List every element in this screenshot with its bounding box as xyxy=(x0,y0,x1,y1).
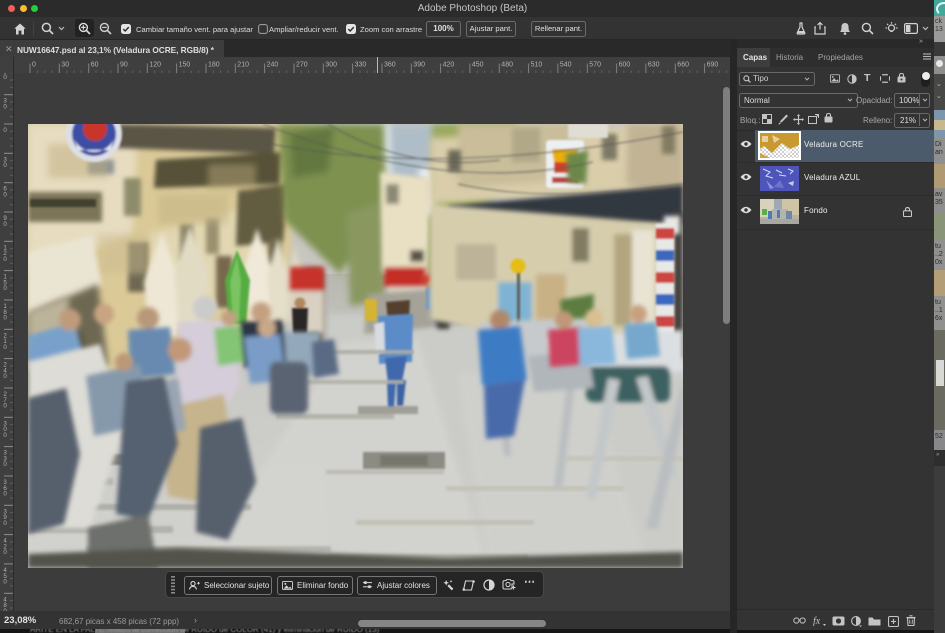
svg-text:180: 180 xyxy=(208,62,220,69)
svg-text:0: 0 xyxy=(3,74,7,81)
svg-text:90: 90 xyxy=(120,62,128,69)
svg-text:0: 0 xyxy=(32,62,36,69)
svg-text:570: 570 xyxy=(589,62,601,69)
svg-text:fx: fx xyxy=(813,616,821,626)
svg-text:0: 0 xyxy=(3,549,7,556)
svg-text:0: 0 xyxy=(3,256,7,263)
svg-text:0: 0 xyxy=(3,432,7,439)
svg-text:690: 690 xyxy=(707,62,719,69)
svg-text:240: 240 xyxy=(267,62,279,69)
svg-text:300: 300 xyxy=(325,62,337,69)
svg-text:660: 660 xyxy=(677,62,689,69)
svg-text:0: 0 xyxy=(3,221,7,228)
svg-text:420: 420 xyxy=(443,62,455,69)
svg-text:0: 0 xyxy=(3,491,7,498)
svg-text:600: 600 xyxy=(619,62,631,69)
svg-text:0: 0 xyxy=(3,127,7,134)
svg-text:390: 390 xyxy=(413,62,425,69)
svg-text:60: 60 xyxy=(91,62,99,69)
svg-text:0: 0 xyxy=(3,461,7,468)
svg-text:270: 270 xyxy=(296,62,308,69)
svg-text:0: 0 xyxy=(3,344,7,351)
svg-text:0: 0 xyxy=(3,373,7,380)
svg-text:330: 330 xyxy=(355,62,367,69)
svg-text:150: 150 xyxy=(179,62,191,69)
svg-text:210: 210 xyxy=(237,62,249,69)
svg-text:630: 630 xyxy=(648,62,660,69)
svg-text:0: 0 xyxy=(3,285,7,292)
svg-text:120: 120 xyxy=(149,62,161,69)
svg-text:360: 360 xyxy=(384,62,396,69)
svg-text:0: 0 xyxy=(3,315,7,322)
svg-text:0: 0 xyxy=(3,520,7,527)
svg-text:0: 0 xyxy=(3,192,7,199)
svg-text:0: 0 xyxy=(3,403,7,410)
svg-text:0: 0 xyxy=(3,104,7,111)
svg-text:510: 510 xyxy=(531,62,543,69)
svg-text:30: 30 xyxy=(61,62,69,69)
svg-text:540: 540 xyxy=(560,62,572,69)
svg-text:0: 0 xyxy=(3,579,7,586)
svg-text:0: 0 xyxy=(3,162,7,169)
svg-text:480: 480 xyxy=(501,62,513,69)
svg-text:450: 450 xyxy=(472,62,484,69)
